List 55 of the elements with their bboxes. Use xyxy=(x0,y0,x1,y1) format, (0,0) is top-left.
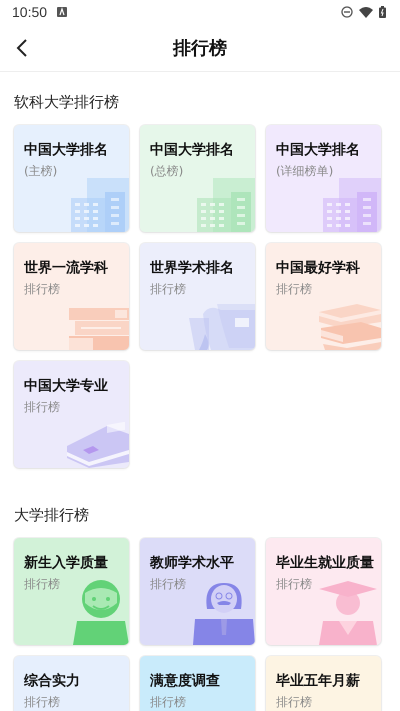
book-drawing xyxy=(67,422,129,468)
do-not-disturb-icon xyxy=(341,6,353,18)
card-subtitle: 排行榜 xyxy=(24,399,60,416)
card-title: 毕业五年月薪 xyxy=(276,672,360,690)
books-drawing xyxy=(317,304,381,350)
ranking-card[interactable]: 中国大学专业 排行榜 xyxy=(14,361,129,468)
books-drawing xyxy=(69,308,129,350)
notification-icon xyxy=(57,7,68,17)
building-drawing xyxy=(71,178,129,232)
battery-icon xyxy=(379,6,386,18)
ranking-card[interactable]: 世界一流学科 排行榜 xyxy=(14,243,129,350)
card-title: 中国大学排名 xyxy=(150,141,234,159)
card-title: 满意度调查 xyxy=(150,672,220,690)
card-subtitle: 排行榜 xyxy=(24,281,60,298)
ranking-card[interactable]: 中国大学排名 (总榜) xyxy=(140,125,255,232)
card-subtitle: 排行榜 xyxy=(150,694,186,711)
back-icon[interactable] xyxy=(16,38,28,56)
card-subtitle: 排行榜 xyxy=(24,694,60,711)
card-subtitle: 排行榜 xyxy=(150,281,186,298)
card-title: 教师学术水平 xyxy=(150,554,234,572)
ranking-card[interactable]: 教师学术水平 排行榜 xyxy=(140,538,255,645)
card-title: 世界一流学科 xyxy=(24,259,108,277)
ranking-card[interactable]: 世界学术排名 排行榜 xyxy=(140,243,255,350)
card-title: 综合实力 xyxy=(24,672,80,690)
ranking-card[interactable]: 中国大学排名 (详细榜单) xyxy=(266,125,381,232)
ranking-card[interactable]: 中国大学排名 (主榜) xyxy=(14,125,129,232)
student-drawing xyxy=(73,579,129,645)
card-title: 中国大学排名 xyxy=(24,141,108,159)
section-title: 软科大学排行榜 xyxy=(14,93,119,112)
ranking-card[interactable]: 毕业生就业质量 排行榜 xyxy=(266,538,381,645)
page-title: 排行榜 xyxy=(173,38,227,58)
ranking-card[interactable]: 新生入学质量 排行榜 xyxy=(14,538,129,645)
status-time: 10:50 xyxy=(12,4,48,20)
card-title: 中国最好学科 xyxy=(276,259,360,277)
building-drawing xyxy=(323,178,381,232)
card-subtitle: 排行榜 xyxy=(150,576,186,593)
card-title: 毕业生就业质量 xyxy=(276,554,374,572)
card-title: 中国大学专业 xyxy=(24,377,108,395)
card-subtitle: 排行榜 xyxy=(276,694,312,711)
ranking-card[interactable]: 毕业五年月薪 排行榜 xyxy=(266,656,381,711)
card-title: 世界学术排名 xyxy=(150,259,234,277)
card-subtitle: (详细榜单) xyxy=(276,163,334,180)
ranking-card[interactable]: 综合实力 排行榜 xyxy=(14,656,129,711)
section-title: 大学排行榜 xyxy=(14,506,89,525)
card-subtitle: (总榜) xyxy=(150,163,184,180)
building-drawing xyxy=(197,178,255,232)
ranking-card[interactable]: 中国最好学科 排行榜 xyxy=(266,243,381,350)
card-subtitle: 排行榜 xyxy=(276,281,312,298)
wifi-icon xyxy=(359,6,373,18)
card-subtitle: 排行榜 xyxy=(276,576,312,593)
card-title: 中国大学排名 xyxy=(276,141,360,159)
card-subtitle: 排行榜 xyxy=(24,576,60,593)
card-title: 新生入学质量 xyxy=(24,554,108,572)
card-subtitle: (主榜) xyxy=(24,163,58,180)
ranking-card[interactable]: 满意度调查 排行榜 xyxy=(140,656,255,711)
